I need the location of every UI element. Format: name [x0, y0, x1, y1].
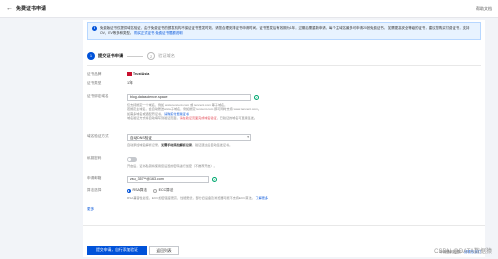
brand-logo: TrustAsia [127, 72, 149, 76]
radio-rsa[interactable]: RSA算法 [127, 188, 147, 193]
more-options-link[interactable]: 更多 [87, 207, 94, 212]
submit-button[interactable]: 提交申请，自行添加验证 [87, 246, 147, 255]
brand-row: 证书品牌 TrustAsia [87, 72, 149, 77]
email-input[interactable] [127, 176, 209, 183]
domain-input[interactable] [127, 94, 251, 101]
algorithm-row: 算法选择 RSA算法 ECC算法 [87, 188, 173, 193]
step-indicator: 1 提交证书申请 2 验证域名 [87, 52, 175, 60]
algorithm-radio-group: RSA算法 ECC算法 [127, 188, 173, 193]
verify-label: 域名验证方式 [87, 134, 109, 138]
verify-hint: 自动添加域名解析记录，无需手动添加解析记录，验证通过后自动签发证书。 [127, 143, 233, 147]
watermark: CSDN @DATA数据猿 [434, 249, 492, 255]
check-circle-icon: ✓ [254, 95, 259, 100]
quota-link[interactable]: 免费证书限额说明 [155, 31, 182, 35]
domain-row: 证书绑定域名 ✓ [87, 94, 259, 101]
back-arrow-icon[interactable]: ← [6, 5, 13, 12]
private-key-label: 私钥密码 [87, 156, 102, 160]
algorithm-label: 算法选择 [87, 188, 102, 192]
check-circle-icon: ✓ [212, 177, 217, 182]
application-panel: i 免费版证书仅提供域名验证，由于免费证书的颁发机构不保证证书签发时效，请您合理… [83, 20, 485, 257]
step-label: 验证域名 [158, 53, 175, 58]
step-verify: 2 验证域名 [147, 52, 175, 60]
step-submit: 1 提交证书申请 [87, 52, 123, 60]
back-to-list-button[interactable]: 返回列表 [149, 246, 179, 255]
brand-label: 证书品牌 [87, 72, 102, 76]
section-divider [87, 65, 481, 66]
verify-row: 域名验证方式 自动DNS验证 ▾ [87, 134, 251, 141]
help-doc-link[interactable]: 帮助文档 [476, 6, 492, 12]
step-number: 2 [147, 52, 156, 60]
algorithm-hint: RSA兼容性最佳，ECC加密强度更高、性能更优，部分旧设备及浏览器可能不支持EC… [127, 196, 268, 200]
info-notice: i 免费版证书仅提供域名验证，由于免费证书的颁发机构不保证证书签发时效，请您合理… [87, 22, 481, 40]
verify-method-select[interactable]: 自动DNS验证 ▾ [127, 134, 251, 141]
private-key-toggle[interactable] [127, 157, 137, 162]
page-title: 免费证书申请 [16, 6, 47, 12]
email-row: 申请邮箱 ✓ [87, 176, 217, 183]
step-divider [127, 55, 144, 57]
radio-ecc[interactable]: ECC算法 [153, 188, 173, 193]
type-value: 1年 [127, 81, 133, 85]
step-number: 1 [87, 52, 95, 60]
domain-hint: 仅支持绑定一个域名，例如 www.tencent.com 或 tencent.c… [127, 103, 261, 120]
top-bar: ← 免费证书申请 帮助文档 [0, 0, 498, 18]
email-label: 申请邮箱 [87, 176, 102, 180]
learn-more-link[interactable]: 了解更多 [256, 196, 268, 200]
private-key-row: 私钥密码 [87, 156, 137, 162]
type-row: 证书类型 1年 [87, 81, 133, 86]
trustasia-logo-icon [127, 72, 132, 76]
private-key-hint: 开启后，证书私钥将使用您设置的密码进行加密（不推荐开启）。 [127, 164, 217, 168]
info-icon: i [92, 26, 97, 31]
buy-cert-link[interactable]: 购买正式证书 [134, 31, 154, 35]
chevron-down-icon: ▾ [247, 135, 249, 139]
notice-text-1: 免费版证书仅提供域名验证，由于免费证书的颁发机构不保证证书签发时效，请您合理安排… [100, 26, 388, 30]
domain-label: 证书绑定域名 [87, 94, 109, 98]
type-label: 证书类型 [87, 81, 102, 85]
footer-divider [83, 225, 485, 226]
step-label: 提交证书申请 [98, 53, 124, 58]
